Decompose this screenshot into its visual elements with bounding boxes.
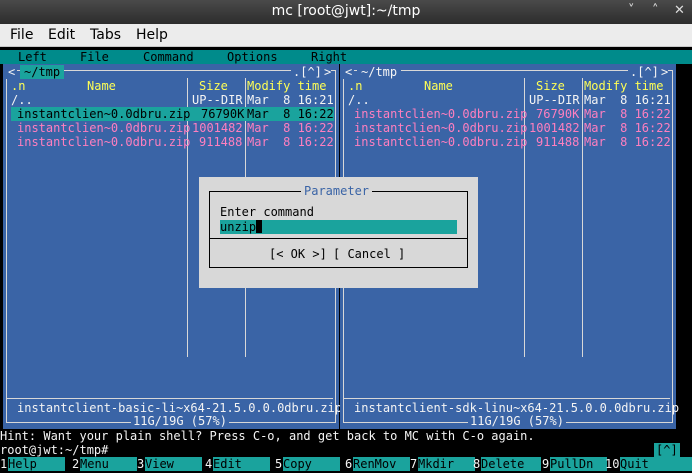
hint-line: Hint: Want your plain shell? Press C-o, … xyxy=(0,429,535,443)
left-panel-corner[interactable]: .[^] xyxy=(291,65,324,79)
terminal-window: mc [root@jwt]:~/tmp ˅ ˄ ✕ File Edit Tabs… xyxy=(0,0,692,473)
left-status-sep xyxy=(7,398,333,399)
mc-menu-bar: Left File Command Options Right xyxy=(0,50,692,64)
left-row-name[interactable]: /.. xyxy=(11,93,33,107)
mc-menu-left[interactable]: Left xyxy=(18,50,47,64)
menu-bar: File Edit Tabs Help xyxy=(0,24,692,47)
right-row-name[interactable]: instantclien~0.0dbru.zip xyxy=(354,107,527,121)
mc-menu-file[interactable]: File xyxy=(80,50,109,64)
menu-edit[interactable]: Edit xyxy=(48,27,75,43)
fkey-copy[interactable]: 5 Copy xyxy=(275,457,340,471)
menu-tabs[interactable]: Tabs xyxy=(90,27,121,43)
dialog-label: Enter command xyxy=(220,205,314,219)
terminal-area: Left File Command Options Right < ~/tmp … xyxy=(0,47,692,473)
right-row-size: 911488 xyxy=(536,135,580,149)
maximize-icon[interactable]: ˄ xyxy=(652,3,659,18)
fkey-edit[interactable]: 4 Edit xyxy=(205,457,270,471)
fkey-view[interactable]: 3 View xyxy=(137,457,202,471)
right-panel-gt: > xyxy=(661,65,669,79)
fkey-mkdir[interactable]: 7 Mkdir xyxy=(410,457,475,471)
mc-menu-right[interactable]: Right xyxy=(311,50,347,64)
text-cursor xyxy=(256,220,263,233)
command-input-value[interactable]: unzip xyxy=(220,220,256,234)
left-col-modify[interactable]: Modify time xyxy=(247,79,326,93)
right-row-date: Mar 8 16:21 xyxy=(584,93,671,107)
left-panel-path[interactable]: ~/tmp xyxy=(20,65,65,79)
left-row-name[interactable]: instantclien~0.0dbru.zip xyxy=(17,135,190,149)
left-col-n[interactable]: .n xyxy=(11,79,25,93)
left-row-date: Mar 8 16:22 xyxy=(247,107,334,121)
right-panel-lt: < xyxy=(343,65,355,79)
ok-button[interactable]: [< OK >] xyxy=(269,247,327,261)
left-row-size: 76790K xyxy=(201,107,245,121)
right-row-size: UP--DIR xyxy=(529,93,580,107)
left-panel-gt: > xyxy=(324,65,332,79)
left-row-size: 1001482 xyxy=(192,121,243,135)
right-disk-usage: 11G/19G (57%) xyxy=(468,414,566,428)
left-row-date: Mar 8 16:22 xyxy=(247,135,334,149)
right-col-name[interactable]: Name xyxy=(424,79,453,93)
command-input[interactable]: unzip xyxy=(220,220,457,234)
right-row-size: 76790K xyxy=(536,107,580,121)
menu-file[interactable]: File xyxy=(10,27,33,43)
left-panel-lt: < xyxy=(6,65,18,79)
right-col-n[interactable]: .n xyxy=(348,79,362,93)
dialog-title: Parameter xyxy=(301,184,373,198)
fkey-delete[interactable]: 8 Delete xyxy=(473,457,541,471)
right-row-name[interactable]: instantclien~0.0dbru.zip xyxy=(354,121,527,135)
shell-prompt[interactable]: root@jwt:~/tmp# xyxy=(0,443,108,457)
left-row-size: UP--DIR xyxy=(192,93,243,107)
left-col-name[interactable]: Name xyxy=(87,79,116,93)
right-row-date: Mar 8 16:22 xyxy=(584,121,671,135)
mc-menu-command[interactable]: Command xyxy=(143,50,194,64)
parameter-dialog: Parameter Enter command unzip [< OK >] [… xyxy=(199,177,478,288)
right-row-size: 1001482 xyxy=(529,121,580,135)
minimize-icon[interactable]: ˅ xyxy=(628,3,635,18)
fkey-menu[interactable]: 2 Menu xyxy=(72,457,137,471)
left-row-date: Mar 8 16:21 xyxy=(247,93,334,107)
left-row-name[interactable]: instantclien~0.0dbru.zip xyxy=(17,121,190,135)
cancel-button[interactable]: [ Cancel ] xyxy=(333,247,405,261)
right-row-name[interactable]: instantclien~0.0dbru.zip xyxy=(354,135,527,149)
fkey-quit[interactable]: 10 Quit xyxy=(605,457,692,471)
right-panel-path[interactable]: ~/tmp xyxy=(357,65,402,79)
left-row-size: 911488 xyxy=(199,135,243,149)
left-disk-usage: 11G/19G (57%) xyxy=(131,414,229,428)
title-bar: mc [root@jwt]:~/tmp ˅ ˄ ✕ xyxy=(0,0,692,24)
fkey-renmov[interactable]: 6 RenMov xyxy=(345,457,410,471)
window-title: mc [root@jwt]:~/tmp xyxy=(271,3,421,19)
right-status-sep xyxy=(344,398,670,399)
right-col-size[interactable]: Size xyxy=(536,79,565,93)
menu-help[interactable]: Help xyxy=(136,27,168,43)
right-row-date: Mar 8 16:22 xyxy=(584,135,671,149)
left-row-name[interactable]: instantclien~0.0dbru.zip xyxy=(17,107,190,121)
left-col-size[interactable]: Size xyxy=(199,79,228,93)
fkey-pulldn[interactable]: 9 PullDn xyxy=(542,457,607,471)
left-status-filename: instantclient-basic-li~x64-21.5.0.0.0dbr… xyxy=(17,401,343,415)
right-row-name[interactable]: /.. xyxy=(348,93,370,107)
right-row-date: Mar 8 16:22 xyxy=(584,107,671,121)
function-key-bar: 1 Help 2 Menu 3 View 4 Edit 5 Copy 6 RenMov 7M… xyxy=(0,457,692,471)
right-col-sep2 xyxy=(582,78,583,357)
dialog-separator xyxy=(209,238,468,239)
left-row-date: Mar 8 16:22 xyxy=(247,121,334,135)
fkey-help[interactable]: 1 Help xyxy=(0,457,65,471)
mc-menu-options[interactable]: Options xyxy=(227,50,278,64)
right-panel-corner[interactable]: .[^] xyxy=(628,65,661,79)
close-icon[interactable]: ✕ xyxy=(674,3,685,18)
right-col-modify[interactable]: Modify time xyxy=(584,79,663,93)
prompt-corner[interactable]: [^] xyxy=(654,443,680,457)
right-status-filename: instantclient-sdk-linu~x64-21.5.0.0.0dbr… xyxy=(354,401,680,415)
